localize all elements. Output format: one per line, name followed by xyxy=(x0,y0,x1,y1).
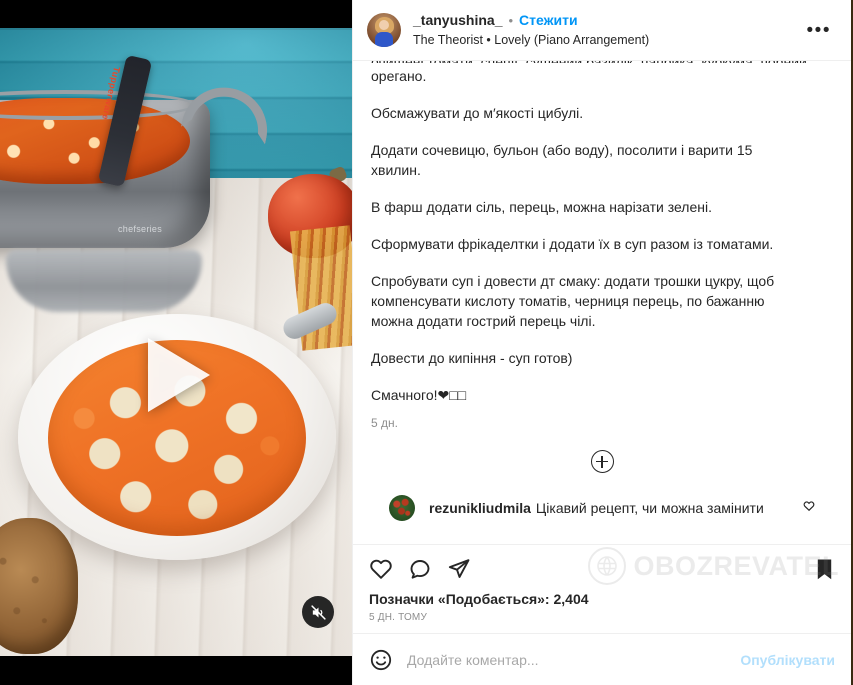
like-button[interactable] xyxy=(369,557,393,581)
comment-button[interactable] xyxy=(408,557,432,581)
caption-paragraph: Сформувати фрікаделтки і додати їх в суп… xyxy=(371,236,774,252)
header-text-block: _tanyushina_ • Стежити The Theorist • Lo… xyxy=(413,11,791,49)
add-comment-bar: Опублікувати xyxy=(353,633,851,685)
post-timestamp: 5 ДН. ТОМУ xyxy=(369,612,428,623)
emoji-picker-button[interactable] xyxy=(369,648,393,672)
bookmark-filled-icon xyxy=(817,559,832,579)
caption-scroll-area[interactable]: очищені томати, спеції: сушений базилік,… xyxy=(353,61,851,544)
post-username[interactable]: _tanyushina_ xyxy=(413,11,502,30)
avatar-dress xyxy=(375,32,393,47)
video-frame[interactable]: Tupperware chefseries xyxy=(0,28,352,656)
comment-username[interactable]: rezunikliudmila xyxy=(429,500,531,516)
pot-brand-label: chefseries xyxy=(118,224,163,234)
background-pot xyxy=(6,250,202,312)
caption-clipped-line: очищені томати, спеції: сушений базилік,… xyxy=(371,61,833,63)
muted-speaker-icon xyxy=(310,604,326,620)
likes-count: Позначки «Подобається»: 2,404 xyxy=(369,591,589,607)
save-button[interactable] xyxy=(814,558,835,581)
caption-paragraph: Довести до кипіння - суп готов) xyxy=(371,350,573,366)
heart-outline-icon xyxy=(803,501,815,512)
play-icon[interactable] xyxy=(148,338,210,412)
caption-paragraph: В фарш додати сіль, перець, можна наріза… xyxy=(371,199,712,215)
avatar[interactable] xyxy=(367,13,401,47)
comment-body: rezunikliudmila Цікавий рецепт, чи можна … xyxy=(429,499,789,517)
caption-paragraph: Спробувати суп і довести дт смаку: додат… xyxy=(371,273,775,329)
header-separator: • xyxy=(508,13,514,29)
expand-comments-row xyxy=(371,430,833,491)
caption-paragraph: Обсмажувати до м′якості цибулі. xyxy=(371,105,584,121)
caption-timestamp: 5 дн. xyxy=(371,416,398,430)
avatar-face xyxy=(379,20,389,30)
caption-paragraph: Додати сочевицю, бульон (або воду), посо… xyxy=(371,142,753,178)
mute-toggle-button[interactable] xyxy=(302,596,334,628)
comment-like-heart-icon[interactable] xyxy=(803,499,815,517)
caption-paragraph: орегано. xyxy=(371,68,427,84)
follow-button[interactable]: Стежити xyxy=(519,11,578,30)
heart-icon xyxy=(370,559,392,579)
plus-circle-icon[interactable] xyxy=(590,450,614,473)
list-item: rezunikliudmila Цікавий рецепт, чи можна … xyxy=(371,491,833,531)
post-header: _tanyushina_ • Стежити The Theorist • Lo… xyxy=(353,0,851,61)
audio-track-label[interactable]: The Theorist • Lovely (Piano Arrangement… xyxy=(413,32,791,49)
bread-slice xyxy=(0,518,78,654)
comment-avatar[interactable] xyxy=(389,495,415,521)
paper-plane-icon xyxy=(448,559,470,578)
post-media-pane[interactable]: Tupperware chefseries xyxy=(0,0,352,685)
smiley-icon xyxy=(370,649,392,670)
more-options-icon[interactable]: ••• xyxy=(803,21,835,40)
speech-bubble-icon xyxy=(410,560,430,579)
action-icons-row xyxy=(369,553,835,587)
share-button[interactable] xyxy=(447,557,471,581)
instagram-post-window: Tupperware chefseries _tanyushina_ • Сте… xyxy=(0,0,853,685)
post-actions-block: Позначки «Подобається»: 2,404 5 ДН. ТОМУ… xyxy=(353,544,851,633)
publish-comment-button[interactable]: Опублікувати xyxy=(740,652,835,668)
header-identity-row: _tanyushina_ • Стежити xyxy=(413,11,791,30)
comment-message: Цікавий рецепт, чи можна замінити xyxy=(535,500,764,516)
post-details-pane: _tanyushina_ • Стежити The Theorist • Lo… xyxy=(352,0,851,685)
add-comment-input[interactable] xyxy=(407,651,727,668)
caption-paragraph: Смачного!❤□□ xyxy=(371,387,467,403)
